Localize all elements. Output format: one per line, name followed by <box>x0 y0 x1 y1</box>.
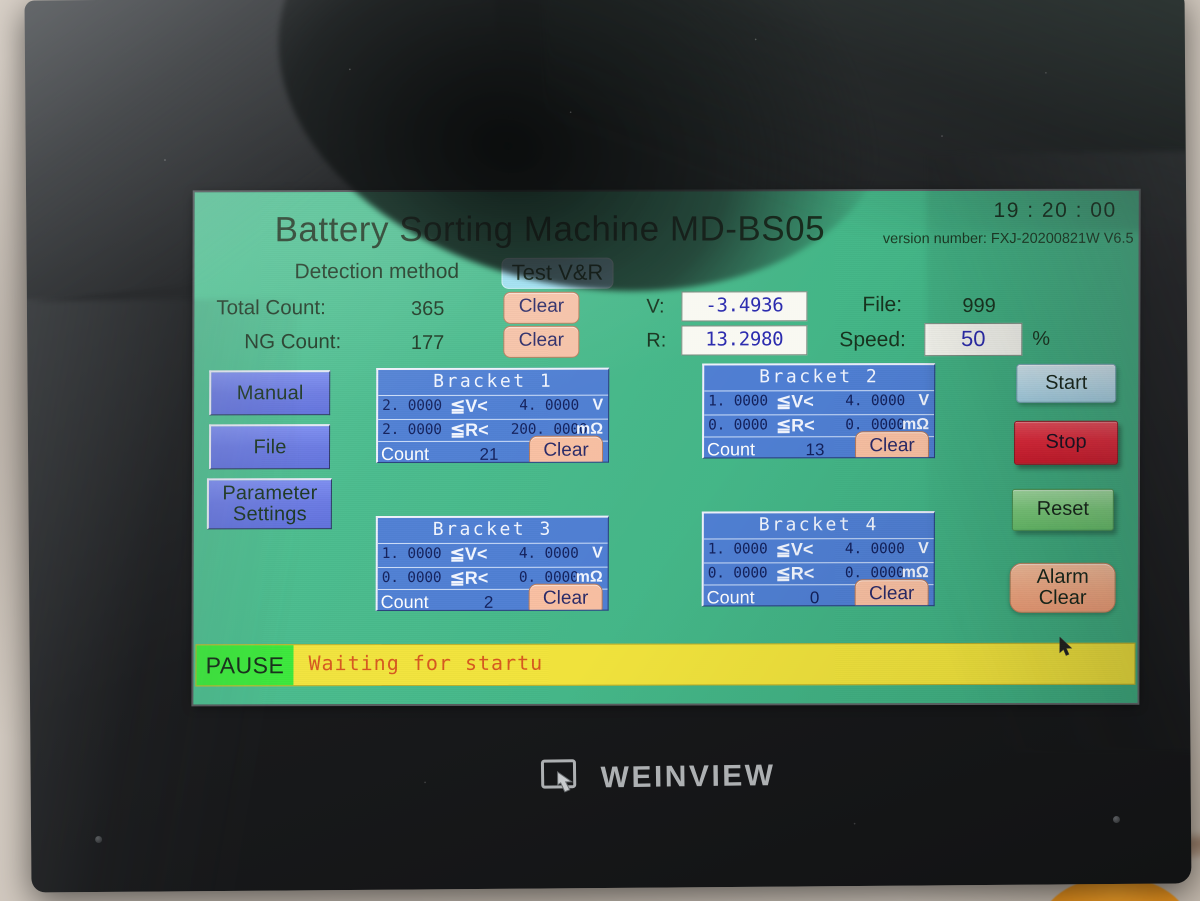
photo-scene: Battery Sorting Machine MD-BS05 19 : 20 … <box>0 0 1200 901</box>
bracket-1-r-low: 2. 0000 <box>382 421 442 439</box>
bracket-3-count-row: Count 2 Clear <box>377 583 608 612</box>
bracket-1-v-unit: V <box>592 396 604 414</box>
touch-panel-hand-icon <box>540 759 587 800</box>
bracket-panel-1: Bracket 1 2. 0000 ≦V< 4. 0000 V 2. 0000 … <box>376 367 610 464</box>
bracket-4-v-high: 4. 0000 <box>844 541 905 558</box>
bracket-2-r-low: 0. 0000 <box>708 417 768 434</box>
bracket-3-title: Bracket 3 <box>432 518 553 540</box>
bracket-1-count-label: Count <box>381 443 430 464</box>
bracket-1-count-row: Count 21 Clear <box>378 435 609 464</box>
bracket-1-count-value: 21 <box>479 444 499 464</box>
case-screw-left <box>95 835 103 844</box>
bracket-4-count-value: 0 <box>809 588 820 607</box>
bracket-2-voltage-row: 1. 0000 ≦V< 4. 0000 V <box>704 390 935 415</box>
bracket-2-r-operator: ≦R< <box>776 415 815 436</box>
status-message: Waiting for startu <box>308 650 544 676</box>
bracket-3-r-low: 0. 0000 <box>381 569 442 587</box>
bracket-1-clear-button[interactable]: Clear <box>528 435 604 464</box>
speed-label: Speed: <box>839 328 906 352</box>
bracket-panel-2: Bracket 2 1. 0000 ≦V< 4. 0000 V 0. 0000 … <box>702 363 936 459</box>
ng-count-value: 177 <box>410 331 445 354</box>
bracket-3-voltage-row: 1. 0000 ≦V< 4. 0000 V <box>377 542 608 568</box>
bezel-reflection-lower-left <box>24 298 302 893</box>
bracket-4-count-row: Count 0 Clear <box>703 579 934 607</box>
bracket-3-count-value: 2 <box>483 592 494 612</box>
bracket-1-v-low: 2. 0000 <box>382 397 442 415</box>
bracket-4-title: Bracket 4 <box>758 514 879 536</box>
bracket-panel-3: Bracket 3 1. 0000 ≦V< 4. 0000 V 0. 0000 … <box>375 515 609 612</box>
bracket-4-v-unit: V <box>918 540 929 558</box>
bracket-3-clear-button[interactable]: Clear <box>528 583 603 612</box>
voltage-value: -3.4936 <box>681 291 808 322</box>
bracket-4-v-low: 1. 0000 <box>707 541 768 558</box>
voltage-label: V: <box>646 295 665 318</box>
bracket-2-count-row: Count 13 Clear <box>704 431 935 459</box>
bracket-1-v-operator: ≦V< <box>450 395 488 416</box>
bracket-4-v-operator: ≦V< <box>775 539 814 560</box>
bracket-3-r-operator: ≦R< <box>449 567 489 588</box>
bracket-2-v-high: 4. 0000 <box>845 393 906 410</box>
brand-name: WEINVIEW <box>600 759 776 795</box>
bracket-3-count-label: Count <box>380 591 429 612</box>
bracket-4-voltage-row: 1. 0000 ≦V< 4. 0000 V <box>703 538 934 563</box>
bracket-3-v-high: 4. 0000 <box>518 545 579 562</box>
bracket-2-v-low: 1. 0000 <box>708 393 768 410</box>
bracket-1-r-operator: ≦R< <box>450 419 489 440</box>
bracket-1-v-high: 4. 0000 <box>519 397 580 414</box>
bracket-1-voltage-row: 2. 0000 ≦V< 4. 0000 V <box>378 394 609 420</box>
bracket-2-count-label: Count <box>707 439 756 459</box>
bracket-panel-4: Bracket 4 1. 0000 ≦V< 4. 0000 V 0. 0000 … <box>701 511 935 607</box>
bracket-3-v-unit: V <box>592 544 603 562</box>
bracket-2-count-value: 13 <box>805 440 825 459</box>
bracket-1-title: Bracket 1 <box>433 370 554 392</box>
bracket-3-v-operator: ≦V< <box>449 543 488 564</box>
bracket-2-clear-button[interactable]: Clear <box>855 431 930 459</box>
bracket-2-v-operator: ≦V< <box>776 391 814 412</box>
case-screw-right <box>1112 815 1121 824</box>
file-label: File: <box>862 293 903 317</box>
bezel-reflection-lower-right <box>925 151 1192 754</box>
bracket-4-clear-button[interactable]: Clear <box>854 579 929 607</box>
bracket-4-r-low: 0. 0000 <box>707 565 768 582</box>
total-count-value: 365 <box>411 297 445 320</box>
bracket-3-v-low: 1. 0000 <box>381 545 442 563</box>
brand-logo: WEINVIEW <box>540 756 776 799</box>
total-count-clear-button[interactable]: Clear <box>503 291 580 324</box>
bracket-4-count-label: Count <box>706 587 755 607</box>
hmi-device-body: Battery Sorting Machine MD-BS05 19 : 20 … <box>24 0 1192 893</box>
bracket-2-title: Bracket 2 <box>759 366 880 388</box>
resistance-value: 13.2980 <box>681 325 808 356</box>
resistance-label: R: <box>646 329 667 352</box>
ng-count-clear-button[interactable]: Clear <box>503 325 580 358</box>
bracket-4-r-operator: ≦R< <box>775 563 815 584</box>
